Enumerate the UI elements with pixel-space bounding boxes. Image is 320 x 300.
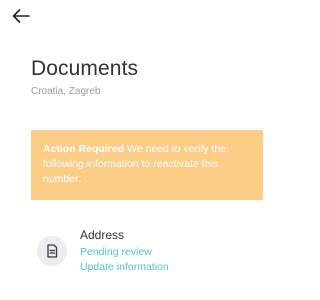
location-subtitle: Croatia, Zagreb [31,86,101,97]
document-status: Pending review [80,246,152,258]
action-required-notice: Action Required We need to verify the fo… [31,130,263,200]
notice-label: Action Required [43,143,125,155]
document-label: Address [80,228,125,242]
back-button[interactable] [10,8,32,28]
document-item-address: Address Pending review Update informatio… [37,228,237,278]
document-icon [37,236,67,266]
update-information-link[interactable]: Update information [80,261,169,274]
arrow-left-icon [12,8,30,28]
page-title: Documents [31,57,139,80]
